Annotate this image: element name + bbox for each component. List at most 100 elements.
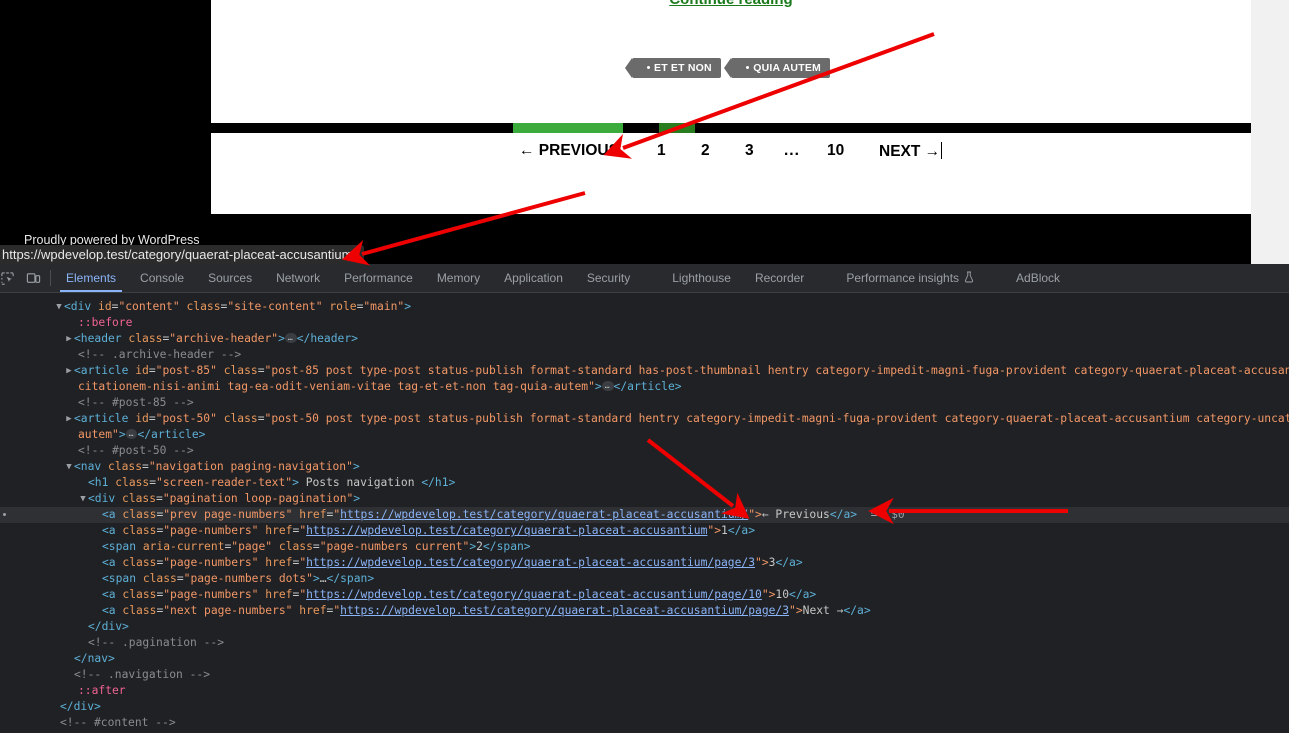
twisty-closed-icon[interactable]: ▶ [64,411,74,427]
collapsed-children-icon[interactable]: … [125,429,138,439]
tab-label: Performance insights [846,271,960,285]
tag-close-bracket: "> [761,588,776,601]
tab-elements[interactable]: Elements [54,264,128,292]
attr-value-link[interactable]: https://wpdevelop.test/category/quaerat-… [340,508,748,521]
dom-row[interactable]: ▶ <header class="archive-header">… </heade… [0,331,1289,347]
tab-sources[interactable]: Sources [196,264,264,292]
post-tag-list: ET ET NON QUIA AUTEM [211,58,1251,78]
tab-security[interactable]: Security [575,264,642,292]
tab-memory[interactable]: Memory [425,264,492,292]
dom-row-continuation[interactable]: citationem-nisi-animi tag-ea-odit-veniam… [0,379,1289,395]
pagination-previous-link[interactable]: ← PREVIOUS [519,142,619,160]
tag-close: </span> [482,540,531,553]
tab-adblock[interactable]: AdBlock [1004,264,1072,292]
tag-pill[interactable]: ET ET NON [625,58,721,78]
attr-value: "screen-reader-text" [156,476,293,489]
dom-row[interactable]: ▼ <nav class="navigation paging-navigatio… [0,459,1289,475]
attr-value: "pagination loop-pagination" [162,492,354,505]
dom-row[interactable]: </div> [0,619,1289,635]
attr-name: class [122,492,157,505]
dom-tree[interactable]: ▼ <div id="content" class="site-content" … [0,293,1289,733]
attr-value-link[interactable]: https://wpdevelop.test/category/quaerat-… [340,604,789,617]
text-caret [941,142,943,159]
attr-value: "navigation paging-navigation" [148,460,353,473]
tab-label: Lighthouse [672,271,731,285]
tab-console[interactable]: Console [128,264,196,292]
tab-performance[interactable]: Performance [332,264,425,292]
twisty-open-icon[interactable]: ▼ [64,459,74,475]
dom-row[interactable]: ▼ <div id="content" class="site-content" … [0,299,1289,315]
dom-row-continuation[interactable]: autem">… </article> [0,427,1289,443]
dom-row[interactable]: <span aria-current="page" class="page-nu… [0,539,1289,555]
dom-row[interactable]: <a class="page-numbers" href="https://wp… [0,587,1289,603]
tab-label: Console [140,271,185,285]
dom-row[interactable]: <a class="page-numbers" href="https://wp… [0,555,1289,571]
attr-value: "page-numbers" [163,524,259,537]
tag-open: <article [74,412,129,425]
text-node: 1 [721,524,728,537]
attr-name: class [223,364,258,377]
tab-label: Security [586,271,631,285]
dom-row-pseudo[interactable]: ::before [0,315,1289,331]
dom-row[interactable]: ▶ <article id="post-85" class="post-85 po… [0,363,1289,379]
dom-row[interactable]: ▶ <article id="post-50" class="post-50 po… [0,411,1289,427]
attr-name: class [128,332,163,345]
dom-row[interactable]: ▼ <div class="pagination loop-pagination"… [0,491,1289,507]
dom-row-selected-prev-link[interactable]: <a class="prev page-numbers" href="https… [0,507,1289,523]
text-node: … [319,572,327,585]
comment-text: <!-- .navigation --> [74,668,211,681]
tab-performance-insights[interactable]: Performance insights [834,264,986,292]
dom-row[interactable]: </nav> [0,651,1289,667]
text-node: 2 [476,540,483,553]
attr-name: role [329,300,357,313]
pagination-page-10[interactable]: 10 [827,142,844,160]
dom-row-pseudo[interactable]: ::after [0,683,1289,699]
attr-value: "content" [118,300,180,313]
browser-viewport: Continue reading ET ET NON QUIA AUTEM ← … [0,0,1289,264]
dom-row[interactable]: <a class="page-numbers" href="https://wp… [0,523,1289,539]
dom-row-comment: <!-- #content --> [0,715,1289,731]
tab-label: Sources [208,271,253,285]
tag-close-bracket: > [118,428,126,441]
attr-value-link[interactable]: https://wpdevelop.test/category/quaerat-… [306,524,707,537]
attr-name: aria-current [142,540,225,553]
attr-value-link[interactable]: https://wpdevelop.test/category/quaerat-… [306,588,762,601]
tag-open: <header [74,332,122,345]
comment-text: <!-- #post-50 --> [78,444,194,457]
tab-recorder[interactable]: Recorder [743,264,816,292]
tab-lighthouse[interactable]: Lighthouse [660,264,743,292]
twisty-open-icon[interactable]: ▼ [54,299,64,315]
tag-close-bracket: > [312,572,320,585]
continue-reading-link[interactable]: Continue reading [211,0,1251,8]
tag-close-bracket: "> [748,508,762,521]
pseudo-element-before: ::before [78,316,133,329]
pagination-top-rule [211,123,1251,133]
dom-row[interactable]: <a class="next page-numbers" href="https… [0,603,1289,619]
dom-row[interactable]: <h1 class="screen-reader-text"> Posts na… [0,475,1289,491]
pagination-page-3[interactable]: 3 [745,142,754,160]
collapsed-children-icon[interactable]: … [601,381,614,391]
attr-value-link[interactable]: https://wpdevelop.test/category/quaerat-… [306,556,755,569]
tag-pill[interactable]: QUIA AUTEM [724,58,830,78]
tag-close: </nav> [74,652,115,665]
dom-row[interactable]: </div> [0,699,1289,715]
text-node: Posts navigation [298,476,422,489]
inspect-element-icon[interactable] [0,265,20,291]
tab-network[interactable]: Network [264,264,332,292]
tag-open: <span [102,540,137,553]
pagination-page-1[interactable]: 1 [657,142,666,160]
tag-close-bracket: "> [707,524,722,537]
twisty-closed-icon[interactable]: ▶ [64,363,74,379]
page-content-column: Continue reading ET ET NON QUIA AUTEM ← … [211,0,1251,264]
tab-label: Elements [66,271,117,285]
tab-application[interactable]: Application [492,264,575,292]
toggle-device-toolbar-icon[interactable] [20,265,46,291]
tag-close: </a> [727,524,756,537]
pagination-next-link[interactable]: NEXT → [879,142,943,161]
twisty-open-icon[interactable]: ▼ [78,491,88,507]
pagination-page-2-current: 2 [701,142,710,159]
dom-row[interactable]: <span class="page-numbers dots">…</span> [0,571,1289,587]
twisty-closed-icon[interactable]: ▶ [64,331,74,347]
collapsed-children-icon[interactable]: … [284,333,297,343]
attr-name: class [122,604,157,617]
